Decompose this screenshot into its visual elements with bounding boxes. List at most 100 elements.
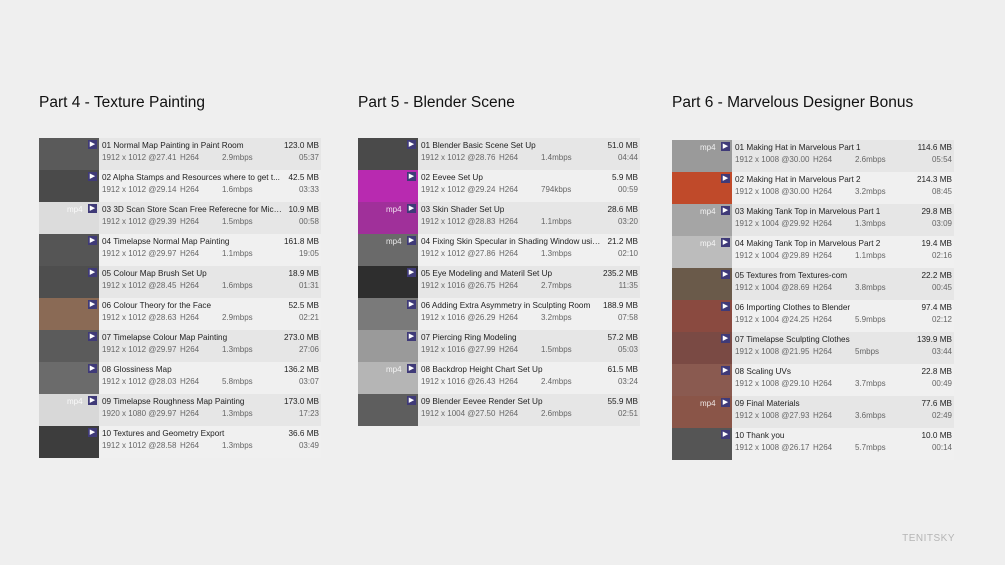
codec: H264: [180, 377, 200, 386]
codec: H264: [499, 249, 519, 258]
resolution-framerate: 1912 x 1004 @29.92: [735, 219, 810, 228]
duration: 02:51: [617, 409, 638, 418]
video-thumbnail[interactable]: ▶: [672, 172, 732, 204]
video-file-item[interactable]: mp4 ▶ 09 Timelapse Roughness Map Paintin…: [39, 394, 321, 426]
bitrate: 2.9mbps: [222, 313, 253, 322]
video-file-item[interactable]: mp4 ▶ 03 3D Scan Store Scan Free Referec…: [39, 202, 321, 234]
video-thumbnail[interactable]: ▶: [672, 332, 732, 364]
resolution-framerate: 1912 x 1012 @29.14: [102, 185, 177, 194]
video-thumbnail[interactable]: ▶: [39, 298, 99, 330]
video-file-item[interactable]: ▶ 02 Eevee Set Up 5.9 MB 1912 x 1012 @29…: [358, 170, 640, 202]
file-name: 06 Importing Clothes to Blender: [735, 303, 851, 312]
video-thumbnail[interactable]: ▶: [39, 138, 99, 170]
video-file-item[interactable]: ▶ 05 Eye Modeling and Materil Set Up 235…: [358, 266, 640, 298]
codec: H264: [180, 217, 200, 226]
video-file-item[interactable]: ▶ 09 Blender Eevee Render Set Up 55.9 MB…: [358, 394, 640, 426]
file-name: 02 Alpha Stamps and Resources where to g…: [102, 173, 280, 182]
video-thumbnail[interactable]: mp4 ▶: [672, 140, 732, 172]
bitrate: 794kbps: [541, 185, 572, 194]
file-name: 04 Fixing Skin Specular in Shading Windo…: [421, 237, 601, 246]
video-thumbnail[interactable]: ▶: [672, 268, 732, 300]
video-file-item[interactable]: mp4 ▶ 08 Backdrop Height Chart Set Up 61…: [358, 362, 640, 394]
video-file-item[interactable]: ▶ 01 Blender Basic Scene Set Up 51.0 MB …: [358, 138, 640, 170]
file-info: 01 Normal Map Painting in Paint Room 123…: [99, 138, 321, 170]
video-file-icon: ▶: [88, 140, 97, 149]
video-file-item[interactable]: ▶ 06 Colour Theory for the Face 52.5 MB …: [39, 298, 321, 330]
video-file-item[interactable]: ▶ 01 Normal Map Painting in Paint Room 1…: [39, 138, 321, 170]
video-file-item[interactable]: mp4 ▶ 04 Fixing Skin Specular in Shading…: [358, 234, 640, 266]
video-thumbnail[interactable]: ▶: [39, 170, 99, 202]
video-thumbnail[interactable]: ▶: [358, 138, 418, 170]
codec: H264: [180, 185, 200, 194]
video-file-item[interactable]: mp4 ▶ 01 Making Hat in Marvelous Part 1 …: [672, 140, 954, 172]
video-file-item[interactable]: ▶ 10 Textures and Geometry Export 36.6 M…: [39, 426, 321, 458]
video-thumbnail[interactable]: ▶: [358, 394, 418, 426]
video-file-item[interactable]: ▶ 06 Adding Extra Asymmetry in Sculpting…: [358, 298, 640, 330]
duration: 02:12: [931, 315, 952, 324]
video-file-item[interactable]: ▶ 06 Importing Clothes to Blender 97.4 M…: [672, 300, 954, 332]
video-thumbnail[interactable]: ▶: [39, 362, 99, 394]
video-file-item[interactable]: ▶ 05 Textures from Textures-com 22.2 MB …: [672, 268, 954, 300]
video-thumbnail[interactable]: mp4 ▶: [358, 202, 418, 234]
video-thumbnail[interactable]: ▶: [358, 298, 418, 330]
bitrate: 3.6mbps: [855, 411, 886, 420]
video-file-item[interactable]: mp4 ▶ 03 Skin Shader Set Up 28.6 MB 1912…: [358, 202, 640, 234]
video-file-item[interactable]: ▶ 08 Glossiness Map 136.2 MB 1912 x 1012…: [39, 362, 321, 394]
file-size: 36.6 MB: [288, 429, 320, 438]
video-file-item[interactable]: ▶ 08 Scaling UVs 22.8 MB 1912 x 1008 @29…: [672, 364, 954, 396]
video-file-icon: ▶: [407, 332, 416, 341]
video-file-item[interactable]: mp4 ▶ 04 Making Tank Top in Marvelous Pa…: [672, 236, 954, 268]
video-file-item[interactable]: ▶ 02 Making Hat in Marvelous Part 2 214.…: [672, 172, 954, 204]
video-thumbnail[interactable]: mp4 ▶: [39, 202, 99, 234]
video-file-item[interactable]: mp4 ▶ 09 Final Materials 77.6 MB 1912 x …: [672, 396, 954, 428]
bitrate: 3.8mbps: [855, 283, 886, 292]
video-file-item[interactable]: ▶ 10 Thank you 10.0 MB 1912 x 1008 @26.1…: [672, 428, 954, 460]
video-file-item[interactable]: ▶ 04 Timelapse Normal Map Painting 161.8…: [39, 234, 321, 266]
video-thumbnail[interactable]: ▶: [39, 330, 99, 362]
video-thumbnail[interactable]: mp4 ▶: [672, 204, 732, 236]
file-info: 06 Colour Theory for the Face 52.5 MB 19…: [99, 298, 321, 330]
video-file-item[interactable]: ▶ 02 Alpha Stamps and Resources where to…: [39, 170, 321, 202]
file-name: 09 Timelapse Roughness Map Painting: [102, 397, 245, 406]
video-thumbnail[interactable]: ▶: [672, 428, 732, 460]
file-size: 61.5 MB: [607, 365, 639, 374]
duration: 17:23: [298, 409, 319, 418]
codec: H264: [499, 217, 519, 226]
video-thumbnail[interactable]: ▶: [358, 170, 418, 202]
video-thumbnail[interactable]: ▶: [39, 266, 99, 298]
video-thumbnail[interactable]: mp4 ▶: [672, 236, 732, 268]
bitrate: 3.2mbps: [541, 313, 572, 322]
file-name: 02 Making Hat in Marvelous Part 2: [735, 175, 861, 184]
resolution-framerate: 1912 x 1012 @29.97: [102, 249, 177, 258]
video-file-item[interactable]: mp4 ▶ 03 Making Tank Top in Marvelous Pa…: [672, 204, 954, 236]
video-thumbnail[interactable]: ▶: [672, 364, 732, 396]
video-thumbnail[interactable]: ▶: [672, 300, 732, 332]
video-thumbnail[interactable]: ▶: [358, 266, 418, 298]
file-name: 01 Making Hat in Marvelous Part 1: [735, 143, 861, 152]
video-thumbnail[interactable]: ▶: [358, 330, 418, 362]
mp4-label: mp4: [386, 365, 402, 374]
video-file-icon: ▶: [88, 204, 97, 213]
video-file-item[interactable]: ▶ 05 Colour Map Brush Set Up 18.9 MB 191…: [39, 266, 321, 298]
video-file-icon: ▶: [721, 206, 730, 215]
video-file-icon: ▶: [721, 270, 730, 279]
video-file-item[interactable]: ▶ 07 Timelapse Colour Map Painting 273.0…: [39, 330, 321, 362]
video-thumbnail[interactable]: ▶: [39, 234, 99, 266]
codec: H264: [499, 345, 519, 354]
video-thumbnail[interactable]: mp4 ▶: [39, 394, 99, 426]
video-thumbnail[interactable]: ▶: [39, 426, 99, 458]
video-file-item[interactable]: ▶ 07 Timelapse Sculpting Clothes 139.9 M…: [672, 332, 954, 364]
mp4-label: mp4: [386, 205, 402, 214]
video-file-icon: ▶: [88, 300, 97, 309]
video-thumbnail[interactable]: mp4 ▶: [672, 396, 732, 428]
video-thumbnail[interactable]: mp4 ▶: [358, 362, 418, 394]
file-info: 05 Textures from Textures-com 22.2 MB 19…: [732, 268, 954, 300]
file-name: 10 Textures and Geometry Export: [102, 429, 225, 438]
file-info: 03 3D Scan Store Scan Free Referecne for…: [99, 202, 321, 234]
video-list: mp4 ▶ 01 Making Hat in Marvelous Part 1 …: [672, 140, 954, 460]
codec: H264: [180, 313, 200, 322]
resolution-framerate: 1912 x 1012 @29.97: [102, 345, 177, 354]
bitrate: 1.3mbps: [222, 441, 253, 450]
video-thumbnail[interactable]: mp4 ▶: [358, 234, 418, 266]
video-file-item[interactable]: ▶ 07 Piercing Ring Modeling 57.2 MB 1912…: [358, 330, 640, 362]
